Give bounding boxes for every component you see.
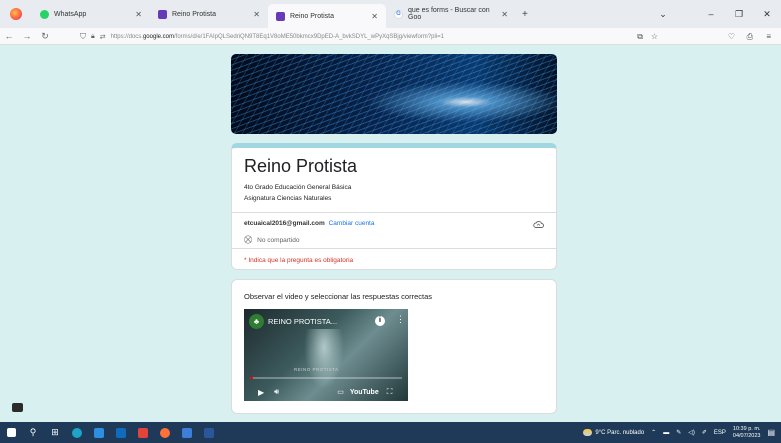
url-text: https://docs.google.com/forms/d/e/1FAIpQ… <box>110 33 444 40</box>
forward-icon[interactable]: → <box>18 31 36 41</box>
forms-icon <box>276 11 285 21</box>
account-info: etcuaical2016@gmail.com Cambiar cuenta <box>244 220 374 227</box>
clock[interactable]: 10:39 p. m. 04/07/2023 <box>733 426 761 440</box>
account-email: etcuaical2016@gmail.com <box>244 220 325 227</box>
back-icon[interactable]: ← <box>0 31 18 41</box>
cloud-save-icon[interactable] <box>533 220 544 229</box>
form-header-card: Reino Protista 4to Grado Educación Gener… <box>231 143 557 270</box>
restore-icon[interactable]: ❐ <box>725 9 753 20</box>
subtitles-icon[interactable]: ▭ <box>337 388 344 396</box>
new-tab-button[interactable]: + <box>522 9 528 20</box>
store-icon[interactable] <box>88 422 110 443</box>
switch-account-link[interactable]: Cambiar cuenta <box>329 220 375 227</box>
header-image <box>231 54 557 134</box>
progress-fill <box>250 377 254 379</box>
bookmark-star-icon[interactable]: ☆ <box>651 32 658 41</box>
weather-icon <box>583 429 593 436</box>
google-icon: G <box>394 9 403 19</box>
info-icon[interactable]: i <box>375 316 385 326</box>
edge-icon[interactable] <box>66 422 88 443</box>
clock-date: 04/07/2023 <box>732 432 761 439</box>
clock-time: 10:39 p. m. <box>732 425 761 432</box>
question-card: Observar el video y seleccionar las resp… <box>231 279 557 414</box>
word-icon[interactable] <box>198 422 220 443</box>
office-icon[interactable] <box>132 422 154 443</box>
lock-icon[interactable]: 🔒︎ <box>91 33 95 41</box>
whatsapp-icon <box>40 9 49 19</box>
required-note: * Indica que la pregunta es obligatoria <box>244 257 354 264</box>
video-thumbnail <box>304 329 344 389</box>
not-shared-status: ⛒ No compartido <box>244 235 299 245</box>
menu-icon[interactable]: ≡ <box>766 32 771 41</box>
network-icon[interactable]: ▬ <box>663 430 669 436</box>
tab-list-icon[interactable]: ⌄ <box>649 9 677 20</box>
divider <box>232 212 556 213</box>
not-shared-label: No compartido <box>257 236 300 244</box>
weather-widget[interactable]: 9°C Parc. nublado <box>583 429 644 436</box>
channel-avatar[interactable]: ♣ <box>249 314 264 329</box>
permissions-icon[interactable]: ⇄ <box>100 33 106 41</box>
windows-start-icon[interactable] <box>0 422 22 443</box>
firefox-taskbar-icon[interactable] <box>154 422 176 443</box>
tray-expand-icon[interactable]: ⌃ <box>651 429 656 436</box>
forms-icon <box>158 9 167 19</box>
edit-icon[interactable]: ✐ <box>702 429 707 436</box>
divider <box>232 248 556 249</box>
system-tray: 9°C Parc. nublado ⌃ ▬ ✎ ◁) ✐ ESP 10:39 p… <box>583 422 781 443</box>
close-icon[interactable]: ✕ <box>371 12 378 21</box>
chat-icon[interactable] <box>12 403 23 412</box>
form-title: Reino Protista <box>244 156 358 176</box>
video-progress-bar[interactable] <box>250 377 402 379</box>
video-controls: ▶ 🔊︎ ▭ YouTube ⛶ <box>244 383 408 401</box>
more-options-icon[interactable]: ⋮ <box>396 314 405 325</box>
shield-icon[interactable]: ⛉ <box>80 32 86 42</box>
reader-view-icon[interactable]: ⧉ <box>637 32 643 42</box>
tab-reino-protista-2[interactable]: Reino Protista ✕ <box>268 4 386 28</box>
browser-tab-strip: WhatsApp ✕ Reino Protista ✕ Reino Protis… <box>0 0 781 28</box>
tab-reino-protista-1[interactable]: Reino Protista ✕ <box>150 3 268 25</box>
taskbar: ⚲ ⊞ 9°C Parc. nublado ⌃ ▬ ✎ ◁) ✐ ESP 10:… <box>0 422 781 443</box>
video-caption: REINO PROTISTA <box>294 367 339 372</box>
close-icon[interactable]: ✕ <box>253 10 260 19</box>
task-view-icon[interactable]: ⊞ <box>44 422 66 443</box>
window-controls: ⌄ – ❐ ✕ <box>649 0 781 28</box>
form-page: Reino Protista 4to Grado Educación Gener… <box>0 45 781 443</box>
minimize-icon[interactable]: – <box>697 9 725 19</box>
fullscreen-icon[interactable]: ⛶ <box>387 387 393 397</box>
address-bar[interactable]: ⛉ 🔒︎ ⇄ https://docs.google.com/forms/d/e… <box>80 30 600 43</box>
weather-text: 9°C Parc. nublado <box>595 429 645 436</box>
firefox-icon[interactable] <box>10 8 22 20</box>
reload-icon[interactable]: ↻ <box>36 31 54 42</box>
search-icon[interactable]: ⚲ <box>22 422 44 443</box>
video-title[interactable]: REINO PROTISTA... <box>268 317 337 326</box>
question-text: Observar el video y seleccionar las resp… <box>244 292 432 301</box>
close-icon[interactable]: ✕ <box>501 10 508 19</box>
volume-tray-icon[interactable]: ◁) <box>688 429 695 436</box>
tab-google-search[interactable]: G que es forms - Buscar con Goo ✕ <box>386 3 516 25</box>
pocket-icon[interactable]: ♡ <box>728 32 735 41</box>
youtube-logo[interactable]: YouTube <box>350 389 379 396</box>
tab-label: Reino Protista <box>172 10 216 18</box>
share-icon[interactable]: ⎙ <box>747 32 753 42</box>
tab-label: que es forms - Buscar con Goo <box>408 7 490 21</box>
play-icon[interactable]: ▶ <box>258 388 264 397</box>
notifications-icon[interactable]: ▤ <box>767 428 775 437</box>
photos-icon[interactable] <box>176 422 198 443</box>
mail-icon[interactable] <box>110 422 132 443</box>
not-shared-icon: ⛒ <box>244 235 253 244</box>
close-icon[interactable]: ✕ <box>135 10 142 19</box>
tab-whatsapp[interactable]: WhatsApp ✕ <box>32 3 150 25</box>
form-description-line1: 4to Grado Educación General Básica <box>244 184 352 191</box>
navigation-bar: ← → ↻ ⛉ 🔒︎ ⇄ https://docs.google.com/for… <box>0 28 781 45</box>
tab-label: WhatsApp <box>54 10 87 18</box>
volume-icon[interactable]: 🔊︎ <box>274 387 279 397</box>
pen-icon[interactable]: ✎ <box>676 429 681 436</box>
close-window-icon[interactable]: ✕ <box>753 9 781 20</box>
tab-label: Reino Protista <box>290 12 334 20</box>
youtube-video-embed[interactable]: ♣ REINO PROTISTA... i ⋮ REINO PROTISTA ▶… <box>244 309 408 401</box>
form-description-line2: Asignatura Ciencias Naturales <box>244 195 332 202</box>
language-indicator[interactable]: ESP <box>714 430 726 436</box>
